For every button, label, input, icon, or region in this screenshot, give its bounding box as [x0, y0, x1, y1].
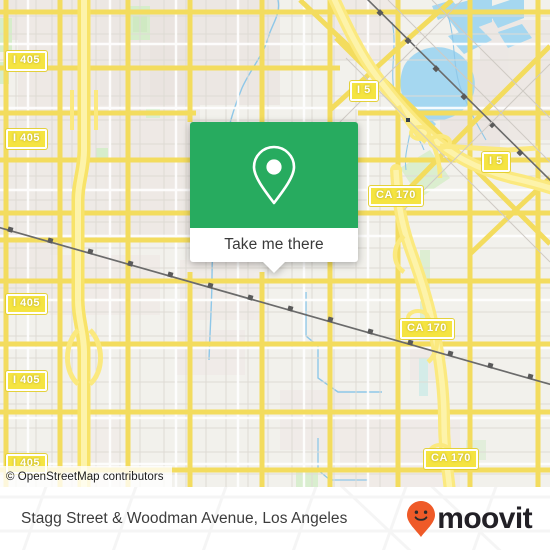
- highway-shield-label: I 5: [489, 155, 503, 167]
- footer-bar: Stagg Street & Woodman Avenue, Los Angel…: [0, 487, 550, 550]
- footer-content: Stagg Street & Woodman Avenue, Los Angel…: [0, 487, 550, 550]
- highway-shield-i-5: I 5: [482, 152, 510, 172]
- moovit-pin-icon: [407, 500, 436, 537]
- take-me-there-popup[interactable]: Take me there: [190, 122, 358, 273]
- attribution-text: © OpenStreetMap contributors: [6, 470, 164, 483]
- map-attribution[interactable]: © OpenStreetMap contributors: [0, 466, 172, 487]
- highway-shield-label: CA 170: [431, 452, 471, 464]
- highway-shield-label: CA 170: [376, 189, 416, 201]
- highway-shield-ca-170: CA 170: [369, 186, 423, 206]
- take-me-there-label: Take me there: [224, 236, 324, 253]
- map-poi-dot: [406, 118, 410, 122]
- location-title: Stagg Street & Woodman Avenue, Los Angel…: [21, 509, 348, 527]
- popup-image-area: [190, 122, 358, 228]
- popup-action-bar[interactable]: Take me there: [190, 228, 358, 262]
- popup-tail: [263, 262, 285, 273]
- highway-shield-label: I 405: [13, 297, 40, 309]
- highway-shield-i-5: I 5: [350, 81, 378, 101]
- map-screenshot: I 405 I 405 I 405 I 405 I 405 I 5I 5 CA 170 CA …: [0, 0, 550, 550]
- highway-shield-i-405: I 405: [6, 129, 47, 149]
- highway-shield-i-405: I 405: [6, 51, 47, 71]
- highway-shield-ca-170: CA 170: [424, 449, 478, 469]
- highway-shield-ca-170: CA 170: [400, 319, 454, 339]
- highway-shield-i-405: I 405: [6, 371, 47, 391]
- highway-shield-label: I 5: [357, 84, 371, 96]
- highway-shield-label: I 405: [13, 54, 40, 66]
- moovit-wordmark: moovit: [437, 501, 532, 535]
- highway-shield-label: I 405: [13, 132, 40, 144]
- moovit-logo[interactable]: moovit: [406, 500, 533, 538]
- highway-shield-i-405: I 405: [6, 294, 47, 314]
- highway-shield-label: I 405: [13, 374, 40, 386]
- location-pin-icon: [252, 145, 296, 205]
- highway-shield-label: CA 170: [407, 322, 447, 334]
